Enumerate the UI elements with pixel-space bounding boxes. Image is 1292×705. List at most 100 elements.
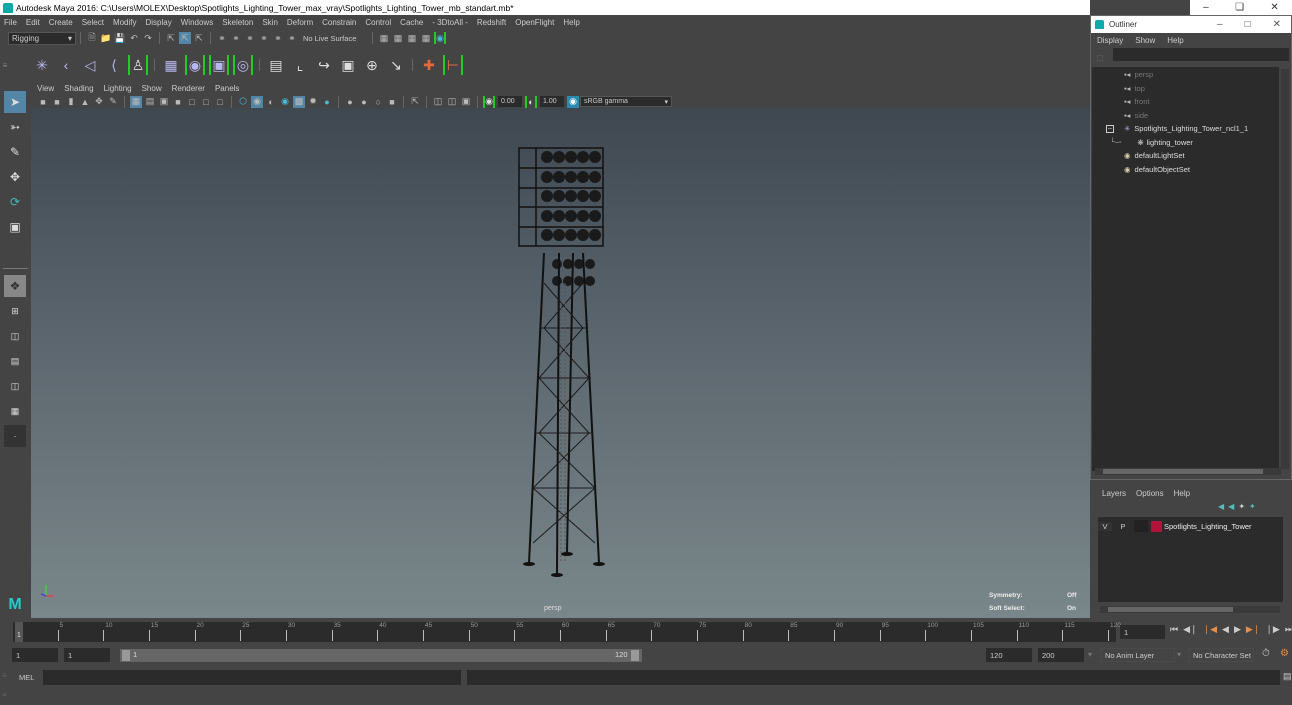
shelf-handle[interactable]: ≡	[0, 61, 10, 70]
snap-point-icon[interactable]: ⚭	[244, 32, 256, 44]
layer-row[interactable]: V P Spotlights_Lighting_Tower	[1098, 519, 1283, 533]
menu-file[interactable]: File	[4, 18, 17, 27]
hypershade-persp-layout-icon[interactable]: ◫	[4, 375, 26, 397]
outliner-item-group[interactable]: – ✳ Spotlights_Lighting_Tower_ncl1_1	[1092, 122, 1279, 136]
paint-select-tool-icon[interactable]: ✎	[4, 141, 26, 163]
outliner-menu-display[interactable]: Display	[1097, 36, 1123, 45]
humanik-icon[interactable]: ♙	[128, 55, 148, 75]
panel-menu-lighting[interactable]: Lighting	[104, 84, 132, 93]
new-scene-icon[interactable]: 🗎	[86, 32, 98, 44]
redo-icon[interactable]: ↷	[142, 32, 154, 44]
outliner-item-front[interactable]: ▪◂ front	[1092, 95, 1279, 109]
animation-end-field[interactable]: 200	[1038, 648, 1084, 662]
render-view-icon[interactable]: ▦	[420, 32, 432, 44]
cmdline-handle[interactable]: ≡	[2, 671, 7, 680]
custom-layout-icon[interactable]: ·	[4, 425, 26, 447]
time-ruler[interactable]: 1 5 10 15 20 25 30 35 40 45 50 55 60 65 70 75 80 85 90 95 1…	[13, 622, 1121, 642]
auto-key-icon[interactable]: ⏱	[1262, 648, 1270, 659]
range-end-handle[interactable]	[631, 650, 639, 661]
select-hierarchy-icon[interactable]: ⇱	[165, 32, 177, 44]
scroll-thumb[interactable]	[1103, 469, 1263, 474]
range-start-handle[interactable]	[122, 650, 130, 661]
menu-skeleton[interactable]: Skeleton	[222, 18, 253, 27]
select-tool-icon[interactable]: ➤	[4, 91, 26, 113]
outliner-horizontal-scrollbar[interactable]	[1095, 468, 1281, 475]
pole-vector-icon[interactable]: ↘	[386, 55, 406, 75]
menu-edit[interactable]: Edit	[26, 18, 40, 27]
ik-spline-icon[interactable]: ◁	[80, 55, 100, 75]
menu-modify[interactable]: Modify	[113, 18, 137, 27]
hud-icon[interactable]: ◫	[432, 96, 444, 108]
go-to-end-icon[interactable]: ⏭	[1285, 624, 1292, 635]
undo-icon[interactable]: ↶	[128, 32, 140, 44]
gamma-field[interactable]: 1.00	[540, 96, 564, 107]
outliner-item-default-object-set[interactable]: ◉ defaultObjectSet	[1092, 163, 1279, 177]
live-surface-field[interactable]: No Live Surface	[303, 34, 368, 43]
range-slider[interactable]: 1 120	[120, 649, 642, 662]
script-editor-icon[interactable]: ▤	[1283, 671, 1292, 682]
layer-menu-help[interactable]: Help	[1174, 489, 1190, 498]
character-set-dropdown[interactable]: No Character Set	[1188, 648, 1254, 662]
perspective-viewport[interactable]: persp Symmetry: Off Soft Select: On	[31, 108, 1090, 618]
add-attribute-icon[interactable]: ⊢	[443, 55, 463, 75]
ik-handle-icon[interactable]: ‹	[56, 55, 76, 75]
snap-surface-icon[interactable]: ⚭	[272, 32, 284, 44]
animation-start-field[interactable]: 1	[12, 648, 58, 662]
play-backward-icon[interactable]: ◀	[1222, 624, 1229, 635]
gamma-icon[interactable]: ◐	[525, 95, 537, 108]
minimize-button[interactable]: –	[1203, 2, 1209, 13]
go-to-start-icon[interactable]: ⏮	[1170, 624, 1178, 635]
new-layer-icon[interactable]: ✦	[1238, 502, 1245, 511]
grid-icon[interactable]: ▦	[130, 95, 142, 108]
menu-skin[interactable]: Skin	[262, 18, 278, 27]
menu-help[interactable]: Help	[563, 18, 579, 27]
scale-tool-icon[interactable]: ▣	[4, 216, 26, 238]
menu-openflight[interactable]: OpenFlight	[515, 18, 554, 27]
panel-menu-show[interactable]: Show	[142, 84, 162, 93]
film-gate-icon[interactable]: ▤	[144, 96, 156, 108]
maximize-button[interactable]: □	[1245, 19, 1251, 30]
image-plane-icon[interactable]: ▲	[79, 96, 91, 108]
animation-preferences-icon[interactable]: ⚙	[1280, 648, 1289, 659]
safe-title-icon[interactable]: □	[214, 96, 226, 108]
outliner-vertical-scrollbar[interactable]	[1281, 69, 1289, 469]
outliner-item-lighting-tower[interactable]: └–◦ ❋ lighting_tower	[1092, 136, 1279, 150]
outliner-menu-help[interactable]: Help	[1167, 36, 1183, 45]
open-scene-icon[interactable]: 📁	[100, 32, 112, 44]
menu-select[interactable]: Select	[82, 18, 104, 27]
snap-grid-icon[interactable]: ⚭	[216, 32, 228, 44]
outliner-item-top[interactable]: ▪◂ top	[1092, 82, 1279, 96]
persp-graph-layout-icon[interactable]: ▤	[4, 350, 26, 372]
lasso-tool-icon[interactable]: ➳	[4, 116, 26, 138]
playback-end-field[interactable]: 120	[986, 648, 1032, 662]
scale-constraint-icon[interactable]: ▣	[338, 55, 358, 75]
save-scene-icon[interactable]: 💾	[114, 32, 126, 44]
step-forward-key-icon[interactable]: ▶❘	[1246, 624, 1260, 635]
anti-aliasing-icon[interactable]: ◫	[446, 96, 458, 108]
camera-attributes-icon[interactable]: ■	[51, 96, 63, 108]
aim-constraint-icon[interactable]: ⊕	[362, 55, 382, 75]
joint-tool-icon[interactable]: ✳	[32, 55, 52, 75]
render-frame-icon[interactable]: ▦	[392, 32, 404, 44]
smooth-shade-icon[interactable]: ◉	[251, 95, 263, 108]
script-language-toggle[interactable]: MEL	[19, 673, 34, 682]
smooth-bind-icon[interactable]: ▦	[161, 55, 181, 75]
textured-icon[interactable]: ▩	[293, 95, 305, 108]
color-space-dropdown[interactable]: sRGB gamma ▾	[580, 96, 672, 107]
grease-pencil-icon[interactable]: ✎	[107, 96, 119, 108]
panel-menu-shading[interactable]: Shading	[64, 84, 93, 93]
outliner-item-side[interactable]: ▪◂ side	[1092, 109, 1279, 123]
scroll-thumb[interactable]	[1108, 607, 1233, 612]
motion-blur-icon[interactable]: ■	[386, 96, 398, 108]
safe-action-icon[interactable]: □	[200, 96, 212, 108]
collapse-toggle-icon[interactable]: –	[1106, 124, 1114, 133]
move-layer-down-icon[interactable]: ◀	[1228, 502, 1234, 511]
select-camera-icon[interactable]: ■	[37, 96, 49, 108]
menu-display[interactable]: Display	[146, 18, 172, 27]
ipr-render-icon[interactable]: ▦	[406, 32, 418, 44]
hypershade-icon[interactable]: ◉	[434, 32, 446, 44]
render-settings-icon[interactable]: ▦	[378, 32, 390, 44]
select-object-icon[interactable]: ⇱	[179, 32, 191, 44]
layer-color-swatch[interactable]	[1151, 520, 1162, 532]
menu-create[interactable]: Create	[49, 18, 73, 27]
